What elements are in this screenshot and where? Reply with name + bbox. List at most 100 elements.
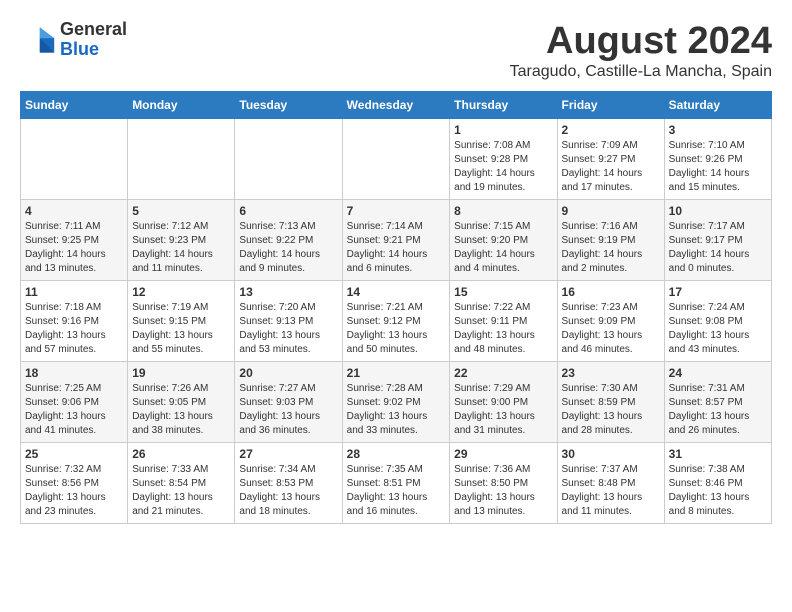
calendar-cell: 20 Sunrise: 7:27 AM Sunset: 9:03 PM Dayli… bbox=[235, 362, 342, 443]
calendar-header-row: Sunday Monday Tuesday Wednesday Thursday… bbox=[21, 92, 772, 119]
day-number: 9 bbox=[562, 204, 660, 218]
calendar-cell: 5 Sunrise: 7:12 AM Sunset: 9:23 PM Daylig… bbox=[128, 200, 235, 281]
day-info: Sunrise: 7:34 AM Sunset: 8:53 PM Dayligh… bbox=[239, 463, 337, 519]
day-info: Sunrise: 7:12 AM Sunset: 9:23 PM Dayligh… bbox=[132, 220, 230, 276]
col-saturday: Saturday bbox=[664, 92, 771, 119]
calendar-cell: 22Sunrise: 7:29 AM Sunset: 9:00 PM Dayli… bbox=[450, 362, 557, 443]
col-sunday: Sunday bbox=[21, 92, 128, 119]
day-info: Sunrise: 7:36 AM Sunset: 8:50 PM Dayligh… bbox=[454, 463, 552, 519]
logo-icon bbox=[20, 22, 56, 58]
day-info: Sunrise: 7:33 AM Sunset: 8:54 PM Dayligh… bbox=[132, 463, 230, 519]
col-thursday: Thursday bbox=[450, 92, 557, 119]
logo-general-text: General bbox=[60, 20, 127, 40]
calendar-cell: 25Sunrise: 7:32 AM Sunset: 8:56 PM Dayli… bbox=[21, 443, 128, 524]
day-info: Sunrise: 7:31 AM Sunset: 8:57 PM Dayligh… bbox=[669, 382, 767, 438]
day-number: 20 bbox=[239, 366, 337, 380]
day-number: 24 bbox=[669, 366, 767, 380]
day-number: 11 bbox=[25, 285, 123, 299]
day-number: 26 bbox=[132, 447, 230, 461]
calendar-cell: 16 Sunrise: 7:23 AM Sunset: 9:09 PM Dayli… bbox=[557, 281, 664, 362]
day-info: Sunrise: 7:38 AM Sunset: 8:46 PM Dayligh… bbox=[669, 463, 767, 519]
calendar-cell: 17 Sunrise: 7:24 AM Sunset: 9:08 PM Dayli… bbox=[664, 281, 771, 362]
day-info: Sunrise: 7:22 AM Sunset: 9:11 PM Dayligh… bbox=[454, 301, 552, 357]
calendar-cell bbox=[128, 119, 235, 200]
calendar-cell: 27 Sunrise: 7:34 AM Sunset: 8:53 PM Dayli… bbox=[235, 443, 342, 524]
logo: General Blue bbox=[20, 20, 127, 60]
day-number: 28 bbox=[347, 447, 446, 461]
day-number: 1 bbox=[454, 123, 552, 137]
day-number: 17 bbox=[669, 285, 767, 299]
calendar-cell: 24 Sunrise: 7:31 AM Sunset: 8:57 PM Dayli… bbox=[664, 362, 771, 443]
calendar-week-3: 11 Sunrise: 7:18 AM Sunset: 9:16 PM Dayli… bbox=[21, 281, 772, 362]
col-tuesday: Tuesday bbox=[235, 92, 342, 119]
calendar-cell: 6Sunrise: 7:13 AM Sunset: 9:22 PM Daylig… bbox=[235, 200, 342, 281]
day-info: Sunrise: 7:28 AM Sunset: 9:02 PM Dayligh… bbox=[347, 382, 446, 438]
day-info: Sunrise: 7:29 AM Sunset: 9:00 PM Dayligh… bbox=[454, 382, 552, 438]
day-number: 18 bbox=[25, 366, 123, 380]
day-number: 7 bbox=[347, 204, 446, 218]
col-friday: Friday bbox=[557, 92, 664, 119]
calendar-cell: 26 Sunrise: 7:33 AM Sunset: 8:54 PM Dayli… bbox=[128, 443, 235, 524]
day-info: Sunrise: 7:30 AM Sunset: 8:59 PM Dayligh… bbox=[562, 382, 660, 438]
day-number: 13 bbox=[239, 285, 337, 299]
day-number: 12 bbox=[132, 285, 230, 299]
day-number: 19 bbox=[132, 366, 230, 380]
day-number: 4 bbox=[25, 204, 123, 218]
day-number: 30 bbox=[562, 447, 660, 461]
calendar-cell: 31 Sunrise: 7:38 AM Sunset: 8:46 PM Dayli… bbox=[664, 443, 771, 524]
calendar-cell bbox=[235, 119, 342, 200]
calendar-cell: 1 Sunrise: 7:08 AM Sunset: 9:28 PM Daylig… bbox=[450, 119, 557, 200]
calendar-cell: 15Sunrise: 7:22 AM Sunset: 9:11 PM Dayli… bbox=[450, 281, 557, 362]
calendar-cell: 2Sunrise: 7:09 AM Sunset: 9:27 PM Daylig… bbox=[557, 119, 664, 200]
day-info: Sunrise: 7:08 AM Sunset: 9:28 PM Dayligh… bbox=[454, 139, 552, 195]
day-number: 6 bbox=[239, 204, 337, 218]
calendar-week-1: 1 Sunrise: 7:08 AM Sunset: 9:28 PM Daylig… bbox=[21, 119, 772, 200]
day-number: 3 bbox=[669, 123, 767, 137]
col-monday: Monday bbox=[128, 92, 235, 119]
day-info: Sunrise: 7:20 AM Sunset: 9:13 PM Dayligh… bbox=[239, 301, 337, 357]
day-info: Sunrise: 7:32 AM Sunset: 8:56 PM Dayligh… bbox=[25, 463, 123, 519]
calendar-cell bbox=[342, 119, 450, 200]
day-info: Sunrise: 7:37 AM Sunset: 8:48 PM Dayligh… bbox=[562, 463, 660, 519]
day-info: Sunrise: 7:11 AM Sunset: 9:25 PM Dayligh… bbox=[25, 220, 123, 276]
day-info: Sunrise: 7:24 AM Sunset: 9:08 PM Dayligh… bbox=[669, 301, 767, 357]
day-number: 16 bbox=[562, 285, 660, 299]
calendar-cell: 14Sunrise: 7:21 AM Sunset: 9:12 PM Dayli… bbox=[342, 281, 450, 362]
day-number: 21 bbox=[347, 366, 446, 380]
calendar-cell: 7 Sunrise: 7:14 AM Sunset: 9:21 PM Daylig… bbox=[342, 200, 450, 281]
day-info: Sunrise: 7:26 AM Sunset: 9:05 PM Dayligh… bbox=[132, 382, 230, 438]
day-info: Sunrise: 7:21 AM Sunset: 9:12 PM Dayligh… bbox=[347, 301, 446, 357]
logo-text: General Blue bbox=[60, 20, 127, 60]
col-wednesday: Wednesday bbox=[342, 92, 450, 119]
title-block: August 2024 Taragudo, Castille-La Mancha… bbox=[510, 20, 772, 81]
day-number: 27 bbox=[239, 447, 337, 461]
calendar-cell: 19 Sunrise: 7:26 AM Sunset: 9:05 PM Dayli… bbox=[128, 362, 235, 443]
calendar-cell: 3 Sunrise: 7:10 AM Sunset: 9:26 PM Daylig… bbox=[664, 119, 771, 200]
day-info: Sunrise: 7:27 AM Sunset: 9:03 PM Dayligh… bbox=[239, 382, 337, 438]
day-number: 5 bbox=[132, 204, 230, 218]
day-info: Sunrise: 7:25 AM Sunset: 9:06 PM Dayligh… bbox=[25, 382, 123, 438]
day-info: Sunrise: 7:16 AM Sunset: 9:19 PM Dayligh… bbox=[562, 220, 660, 276]
calendar-cell: 30 Sunrise: 7:37 AM Sunset: 8:48 PM Dayli… bbox=[557, 443, 664, 524]
day-number: 23 bbox=[562, 366, 660, 380]
calendar-cell: 23 Sunrise: 7:30 AM Sunset: 8:59 PM Dayli… bbox=[557, 362, 664, 443]
day-info: Sunrise: 7:23 AM Sunset: 9:09 PM Dayligh… bbox=[562, 301, 660, 357]
calendar-cell: 21 Sunrise: 7:28 AM Sunset: 9:02 PM Dayli… bbox=[342, 362, 450, 443]
calendar-cell: 12Sunrise: 7:19 AM Sunset: 9:15 PM Dayli… bbox=[128, 281, 235, 362]
day-info: Sunrise: 7:17 AM Sunset: 9:17 PM Dayligh… bbox=[669, 220, 767, 276]
day-number: 2 bbox=[562, 123, 660, 137]
day-info: Sunrise: 7:35 AM Sunset: 8:51 PM Dayligh… bbox=[347, 463, 446, 519]
day-info: Sunrise: 7:10 AM Sunset: 9:26 PM Dayligh… bbox=[669, 139, 767, 195]
calendar-cell bbox=[21, 119, 128, 200]
day-number: 8 bbox=[454, 204, 552, 218]
header: General Blue August 2024 Taragudo, Casti… bbox=[20, 20, 772, 81]
calendar-week-4: 18 Sunrise: 7:25 AM Sunset: 9:06 PM Dayli… bbox=[21, 362, 772, 443]
calendar-cell: 4 Sunrise: 7:11 AM Sunset: 9:25 PM Daylig… bbox=[21, 200, 128, 281]
calendar-cell: 28 Sunrise: 7:35 AM Sunset: 8:51 PM Dayli… bbox=[342, 443, 450, 524]
calendar-week-5: 25Sunrise: 7:32 AM Sunset: 8:56 PM Dayli… bbox=[21, 443, 772, 524]
logo-blue-text: Blue bbox=[60, 40, 127, 60]
day-number: 31 bbox=[669, 447, 767, 461]
day-info: Sunrise: 7:18 AM Sunset: 9:16 PM Dayligh… bbox=[25, 301, 123, 357]
day-info: Sunrise: 7:14 AM Sunset: 9:21 PM Dayligh… bbox=[347, 220, 446, 276]
main-title: August 2024 bbox=[510, 20, 772, 63]
